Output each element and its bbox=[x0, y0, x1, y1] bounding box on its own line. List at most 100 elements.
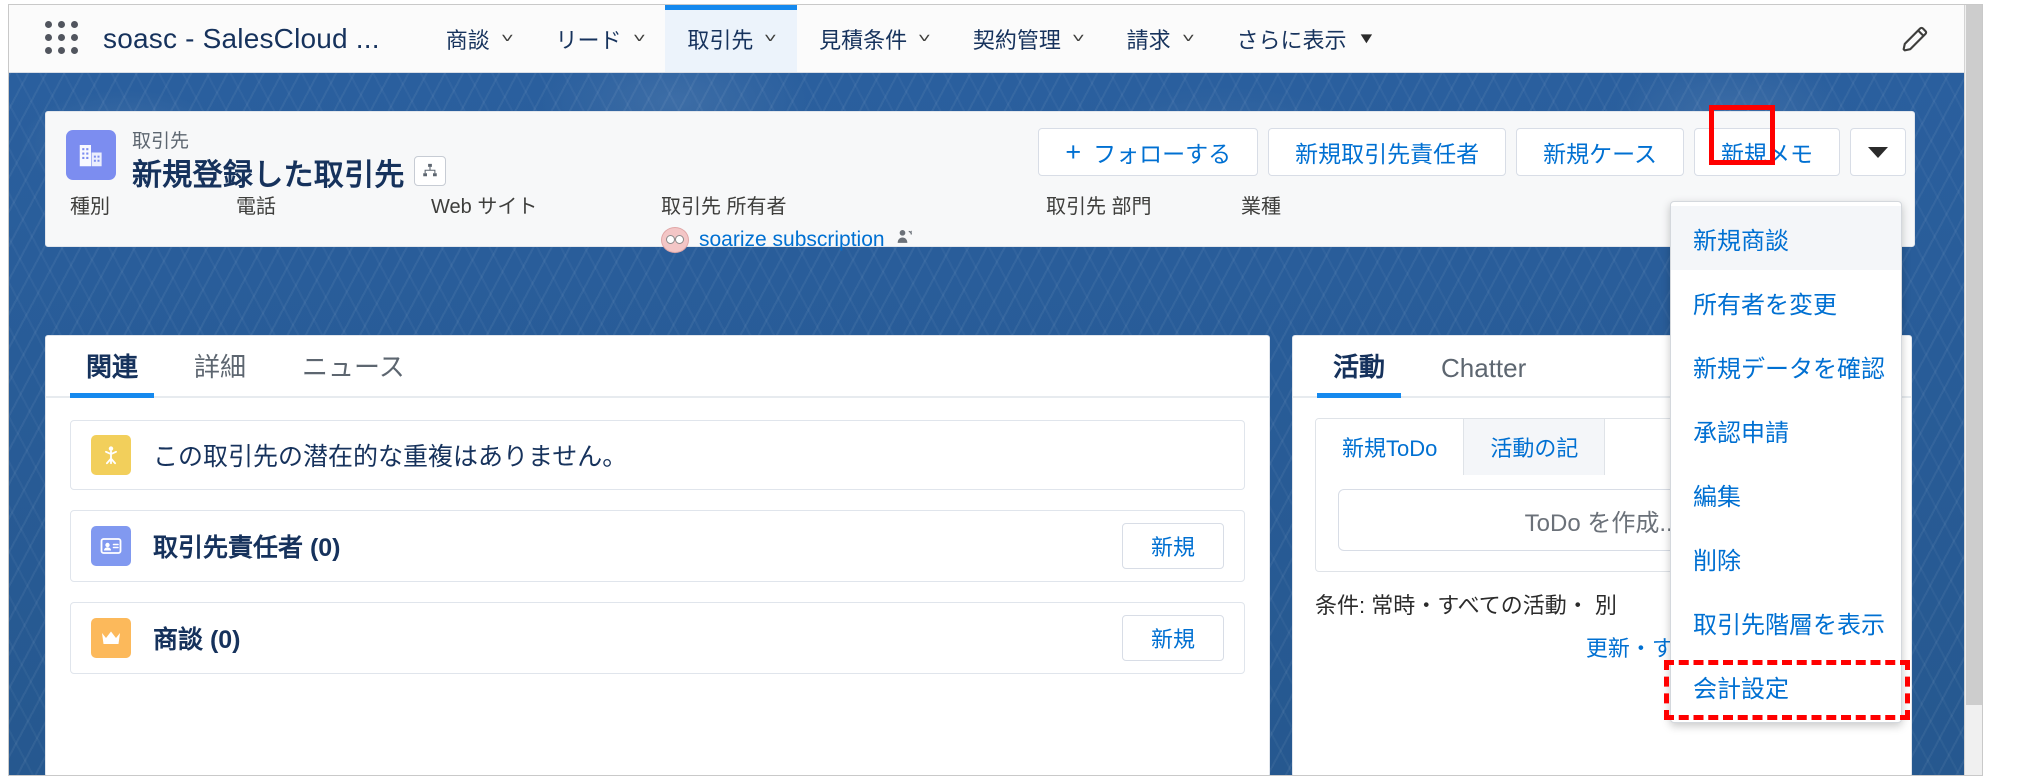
nav-item-contract-management[interactable]: 契約管理 ˅ bbox=[951, 5, 1105, 72]
menu-item-view-account-hierarchy[interactable]: 取引先階層を表示 bbox=[1671, 590, 1901, 654]
field-label: 業種 bbox=[1241, 196, 1281, 218]
related-list-opportunities: 商談 (0) 新規 bbox=[70, 602, 1245, 674]
chevron-down-icon[interactable]: ˅ bbox=[918, 31, 931, 45]
action-button-label: 新規メモ bbox=[1721, 141, 1813, 167]
more-actions-dropdown[interactable] bbox=[1850, 128, 1906, 176]
owner-name-link[interactable]: soarize subscription bbox=[699, 228, 885, 252]
record-tab-bar: 関連 詳細 ニュース bbox=[46, 336, 1269, 398]
field-value-owner[interactable]: soarize subscription bbox=[661, 227, 915, 253]
nav-item-quote-terms[interactable]: 見積条件 ˅ bbox=[797, 5, 951, 72]
tab-label: ニュース bbox=[302, 352, 405, 382]
scrollbar-thumb[interactable] bbox=[1966, 5, 1982, 705]
composer-tab-log-activity[interactable]: 活動の記 bbox=[1464, 419, 1606, 475]
duplicate-check-card: この取引先の潜在的な重複はありません。 bbox=[70, 420, 1245, 490]
app-name-label[interactable]: soasc - SalesCloud ... bbox=[103, 23, 380, 55]
chevron-down-icon[interactable]: ˅ bbox=[633, 31, 646, 45]
field-label: 電話 bbox=[236, 196, 276, 218]
new-opportunity-related-button[interactable]: 新規 bbox=[1121, 615, 1224, 661]
new-contact-button[interactable]: 新規取引先責任者 bbox=[1268, 128, 1507, 176]
tab-related[interactable]: 関連 bbox=[58, 347, 166, 398]
menu-item-accounting-settings[interactable]: 会計設定 bbox=[1671, 654, 1901, 718]
related-list-title: 商談 (0) bbox=[153, 626, 241, 654]
field-account-owner: 取引先 所有者 soarize subscription bbox=[661, 190, 915, 253]
button-label: 新規 bbox=[1150, 535, 1195, 560]
action-button-label: フォローする bbox=[1093, 141, 1232, 167]
related-list-contacts: 取引先責任者 (0) 新規 bbox=[70, 510, 1245, 582]
menu-item-delete[interactable]: 削除 bbox=[1671, 526, 1901, 590]
record-object-label: 取引先 bbox=[132, 131, 190, 152]
nav-item-label: 取引先 bbox=[687, 27, 754, 53]
menu-item-submit-for-approval[interactable]: 承認申請 bbox=[1671, 398, 1901, 462]
field-website: Web サイト bbox=[431, 190, 537, 219]
nav-item-accounts[interactable]: 取引先 ˅ bbox=[665, 5, 798, 72]
caret-down-solid-icon[interactable]: ▼ bbox=[1357, 30, 1376, 47]
menu-item-label: 新規データを確認 bbox=[1693, 355, 1885, 383]
tab-details[interactable]: 詳細 bbox=[166, 347, 274, 396]
menu-item-label: 編集 bbox=[1693, 483, 1741, 511]
avatar bbox=[661, 227, 689, 253]
tab-chatter[interactable]: Chatter bbox=[1413, 353, 1554, 396]
duplicate-check-icon bbox=[91, 435, 131, 475]
tab-label: 活動 bbox=[1333, 352, 1386, 382]
follow-button[interactable]: + フォローする bbox=[1038, 128, 1259, 176]
chevron-down-icon[interactable]: ˅ bbox=[501, 31, 514, 45]
caret-down-solid-icon bbox=[1868, 146, 1888, 158]
nav-item-billing[interactable]: 請求 ˅ bbox=[1105, 5, 1215, 72]
chevron-down-icon[interactable]: ˅ bbox=[1182, 31, 1195, 45]
opportunity-crown-icon bbox=[91, 618, 131, 658]
menu-item-new-opportunity[interactable]: 新規商談 bbox=[1671, 206, 1901, 270]
page-scrollbar[interactable] bbox=[1964, 5, 1982, 775]
field-label: 取引先 所有者 bbox=[661, 196, 787, 218]
account-hierarchy-icon[interactable] bbox=[414, 156, 446, 186]
app-launcher-grid-icon[interactable] bbox=[45, 21, 79, 55]
menu-item-edit[interactable]: 編集 bbox=[1671, 462, 1901, 526]
nav-item-opportunities[interactable]: 商談 ˅ bbox=[424, 5, 534, 72]
change-owner-icon[interactable] bbox=[895, 227, 915, 253]
new-contact-related-button[interactable]: 新規 bbox=[1121, 523, 1224, 569]
tab-label: 詳細 bbox=[194, 352, 247, 382]
chevron-down-icon[interactable]: ˅ bbox=[764, 31, 777, 45]
contact-card-icon bbox=[91, 526, 131, 566]
duplicate-check-message: この取引先の潜在的な重複はありません。 bbox=[153, 443, 628, 471]
field-label: Web サイト bbox=[431, 196, 538, 218]
record-actions-menu: 新規商談 所有者を変更 新規データを確認 承認申請 編集 削除 取引先階層を表示… bbox=[1670, 201, 1902, 723]
tab-label: 新規ToDo bbox=[1342, 436, 1438, 461]
field-label: 種別 bbox=[70, 196, 110, 218]
pencil-icon[interactable] bbox=[1898, 22, 1932, 56]
field-label: 取引先 部門 bbox=[1046, 196, 1152, 218]
menu-item-label: 承認申請 bbox=[1693, 419, 1789, 447]
menu-item-label: 新規商談 bbox=[1693, 227, 1789, 255]
menu-item-check-new-data[interactable]: 新規データを確認 bbox=[1671, 334, 1901, 398]
menu-item-change-owner[interactable]: 所有者を変更 bbox=[1671, 270, 1901, 334]
nav-item-label: リード bbox=[555, 27, 622, 53]
related-list-title: 取引先責任者 (0) bbox=[153, 534, 341, 562]
global-navigation-header: soasc - SalesCloud ... 商談 ˅ リード ˅ 取引先 ˅ … bbox=[9, 5, 1966, 73]
application-window: soasc - SalesCloud ... 商談 ˅ リード ˅ 取引先 ˅ … bbox=[8, 4, 1983, 776]
composer-tab-new-task[interactable]: 新規ToDo bbox=[1316, 419, 1465, 475]
record-action-buttons: + フォローする 新規取引先責任者 新規ケース 新規メモ bbox=[1028, 128, 1906, 176]
menu-item-label: 所有者を変更 bbox=[1693, 291, 1837, 319]
button-label: 新規 bbox=[1150, 627, 1195, 652]
new-note-button[interactable]: 新規メモ bbox=[1694, 128, 1840, 176]
field-account-site: 取引先 部門 bbox=[1046, 190, 1152, 219]
new-case-button[interactable]: 新規ケース bbox=[1516, 128, 1684, 176]
menu-item-label: 取引先階層を表示 bbox=[1693, 611, 1885, 639]
record-highlights-panel: 取引先 新規登録した取引先 + フォローする 新規取引先責任者 新規ケース 新規… bbox=[45, 111, 1915, 253]
nav-item-label: 請求 bbox=[1126, 27, 1171, 53]
tab-news[interactable]: ニュース bbox=[274, 347, 433, 396]
tab-label: Chatter bbox=[1441, 353, 1527, 383]
tab-activity[interactable]: 活動 bbox=[1305, 347, 1413, 398]
chevron-down-icon[interactable]: ˅ bbox=[1072, 31, 1085, 45]
page-title: 新規登録した取引先 bbox=[132, 159, 405, 192]
field-phone: 電話 bbox=[236, 190, 276, 219]
nav-item-label: さらに表示 bbox=[1236, 27, 1347, 53]
plus-icon: + bbox=[1065, 136, 1082, 167]
tab-label: 関連 bbox=[86, 352, 139, 382]
nav-item-label: 見積条件 bbox=[819, 27, 908, 53]
nav-item-label: 商談 bbox=[445, 27, 490, 53]
nav-item-more[interactable]: さらに表示 ▼ bbox=[1214, 5, 1396, 72]
nav-item-list: 商談 ˅ リード ˅ 取引先 ˅ 見積条件 ˅ 契約管理 ˅ 請求 ˅ さらに表… bbox=[424, 5, 1898, 72]
nav-item-leads[interactable]: リード ˅ bbox=[534, 5, 666, 72]
menu-item-label: 削除 bbox=[1693, 547, 1741, 575]
tab-label: 活動の記 bbox=[1490, 436, 1579, 461]
